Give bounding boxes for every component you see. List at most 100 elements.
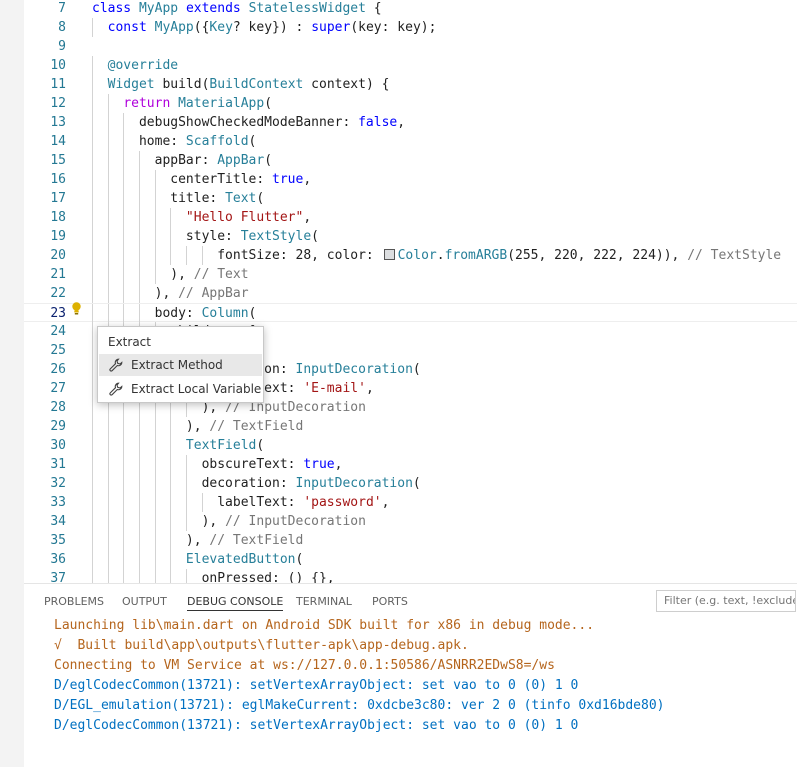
tab-problems[interactable]: PROBLEMS [44, 594, 104, 616]
code-token: ), [92, 267, 194, 282]
tab-output[interactable]: OUTPUT [122, 594, 167, 616]
extract-method-item[interactable]: Extract Method [99, 354, 262, 376]
code-token: "Hello Flutter" [185, 210, 304, 225]
code-line[interactable]: 7 class MyApp extends StatelessWidget { [24, 0, 797, 18]
line-code: labelText: 'password', [92, 493, 389, 512]
code-token: centerTitle: [92, 172, 273, 187]
line-number: 13 [50, 115, 66, 130]
line-code: ElevatedButton( [92, 550, 303, 569]
code-token: ( [412, 362, 421, 377]
color-swatch[interactable] [383, 249, 395, 260]
code-editor[interactable]: 7 class MyApp extends StatelessWidget {8 … [24, 0, 797, 583]
code-line[interactable]: 16 centerTitle: true, [24, 170, 797, 189]
code-token: ( [264, 96, 273, 111]
code-line[interactable]: 23 body: Column( [24, 303, 797, 323]
line-number: 9 [58, 39, 66, 54]
line-number: 20 [50, 248, 66, 263]
code-line[interactable]: 17 title: Text( [24, 189, 797, 208]
line-number: 33 [50, 495, 66, 510]
line-number: 28 [50, 400, 66, 415]
code-line[interactable]: 35 ), // TextField [24, 531, 797, 550]
line-number: 36 [50, 552, 66, 567]
console-line: Launching lib\main.dart on Android SDK b… [54, 618, 595, 633]
code-line[interactable]: 8 const MyApp({Key? key}) : super(key: k… [24, 18, 797, 37]
line-number: 31 [50, 457, 66, 472]
lightbulb-icon[interactable] [71, 302, 82, 315]
console-line: Connecting to VM Service at ws://127.0.0… [54, 658, 555, 673]
code-token: . [436, 248, 445, 263]
code-line[interactable]: 30 TextField( [24, 436, 797, 455]
line-number: 7 [58, 1, 66, 16]
code-token: ), [92, 533, 210, 548]
code-token: ( [412, 476, 421, 491]
line-code: Widget build(BuildContext context) { [92, 75, 390, 94]
code-token: body: [92, 306, 202, 321]
code-line[interactable]: 31 obscureText: true, [24, 455, 797, 474]
code-token: const [107, 20, 147, 35]
code-line[interactable]: 18 "Hello Flutter", [24, 208, 797, 227]
code-token: ({ [193, 20, 210, 35]
line-number: 35 [50, 533, 66, 548]
line-code: title: Text( [92, 189, 264, 208]
line-number: 29 [50, 419, 66, 434]
code-token: onPressed: () {}, [92, 571, 335, 583]
line-code: appBar: AppBar( [92, 151, 272, 170]
tab-debug-console[interactable]: DEBUG CONSOLE [187, 594, 284, 611]
code-token: title: [92, 191, 226, 206]
code-line[interactable]: 14 home: Scaffold( [24, 132, 797, 151]
code-line[interactable]: 15 appBar: AppBar( [24, 151, 797, 170]
filter-input[interactable]: Filter (e.g. text, !exclude) [656, 590, 796, 612]
code-line[interactable]: 10 @override [24, 56, 797, 75]
line-code: obscureText: true, [92, 455, 343, 474]
code-line[interactable]: 13 debugShowCheckedModeBanner: false, [24, 113, 797, 132]
line-number: 22 [50, 286, 66, 301]
code-token: true [272, 172, 304, 187]
tab-terminal[interactable]: TERMINAL [296, 594, 352, 616]
code-token: Scaffold [185, 134, 249, 149]
line-code: onPressed: () {}, [92, 569, 335, 583]
code-line[interactable]: 20 fontSize: 28, color: Color.fromARGB(2… [24, 246, 797, 265]
line-number: 24 [50, 324, 66, 339]
code-line[interactable]: 36 ElevatedButton( [24, 550, 797, 569]
line-code: ), // TextField [92, 531, 303, 550]
code-line[interactable]: 29 ), // TextField [24, 417, 797, 436]
code-token: Key [209, 20, 233, 35]
line-number: 17 [50, 191, 66, 206]
code-line[interactable]: 12 return MaterialApp( [24, 94, 797, 113]
code-line[interactable]: 34 ), // InputDecoration [24, 512, 797, 531]
code-token: ElevatedButton [185, 552, 296, 567]
code-token: decoration: [92, 476, 296, 491]
code-token: super [311, 20, 351, 35]
code-token: ( [311, 229, 319, 244]
code-line[interactable]: 22 ), // AppBar [24, 284, 797, 303]
code-token: InputDecoration [295, 476, 413, 491]
line-number: 34 [50, 514, 66, 529]
wrench-icon [109, 358, 123, 372]
line-number: 21 [50, 267, 66, 282]
code-token: appBar: [92, 153, 218, 168]
code-line[interactable]: 37 onPressed: () {}, [24, 569, 797, 583]
line-code: centerTitle: true, [92, 170, 311, 189]
extract-local-variable-item[interactable]: Extract Local Variable [99, 378, 262, 400]
code-line[interactable]: 11 Widget build(BuildContext context) { [24, 75, 797, 94]
code-line[interactable]: 21 ), // Text [24, 265, 797, 284]
code-token: 'E-mail' [303, 381, 366, 396]
code-line[interactable]: 9 [24, 37, 797, 56]
code-token: debugShowCheckedModeBanner: [92, 115, 359, 130]
code-token: InputDecoration [295, 362, 413, 377]
line-number: 26 [50, 362, 66, 377]
code-line[interactable]: 19 style: TextStyle( [24, 227, 797, 246]
console-line: D/eglCodecCommon(13721): setVertexArrayO… [54, 678, 579, 693]
extract-method-label: Extract Method [131, 358, 223, 372]
code-line[interactable]: 32 decoration: InputDecoration( [24, 474, 797, 493]
code-token: TextField [185, 438, 257, 453]
code-line[interactable]: 33 labelText: 'password', [24, 493, 797, 512]
code-token: , [397, 115, 406, 130]
console-line: D/EGL_emulation(13721): eglMakeCurrent: … [54, 698, 665, 713]
line-number: 16 [50, 172, 66, 187]
tab-ports[interactable]: PORTS [372, 594, 408, 616]
